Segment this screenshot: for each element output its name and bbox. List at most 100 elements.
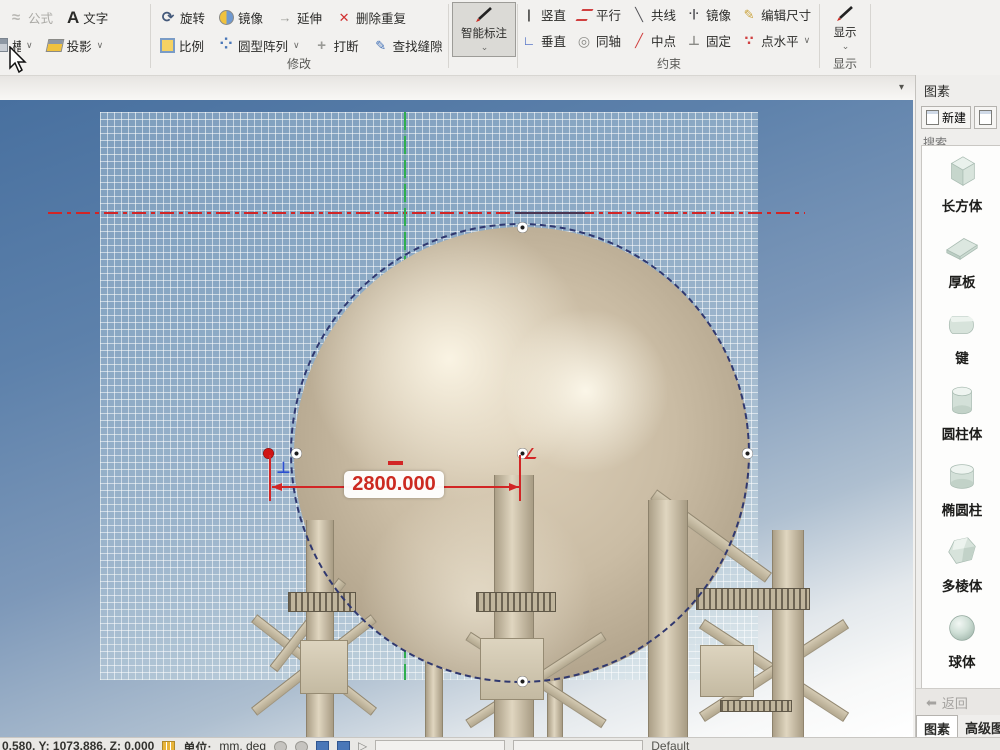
break-button[interactable]: 打断 bbox=[314, 36, 359, 55]
extend-button[interactable]: 延伸 bbox=[277, 8, 322, 27]
chevron-down-icon: ∨ bbox=[293, 40, 300, 51]
scale-icon bbox=[160, 38, 175, 53]
shape-item-key[interactable]: 键 bbox=[922, 298, 1000, 374]
flange-coupling bbox=[720, 700, 792, 712]
clipped-tool-button[interactable] bbox=[974, 106, 997, 129]
snap-dropdown[interactable] bbox=[375, 740, 505, 750]
pointer-mode-icon[interactable]: ▷ bbox=[358, 739, 367, 750]
dimension-extension-line bbox=[519, 455, 521, 501]
mouse-cursor bbox=[8, 46, 28, 74]
rotate-icon bbox=[160, 9, 176, 25]
extend-icon bbox=[277, 9, 293, 25]
shape-item-plate[interactable]: 厚板 bbox=[922, 222, 1000, 298]
drawing-canvas[interactable]: 2800.000 ⊥ bbox=[0, 100, 913, 737]
filter-dropdown[interactable] bbox=[513, 740, 643, 750]
delete-duplicates-icon bbox=[336, 9, 352, 25]
mirror-constraint-button[interactable]: 镜像 bbox=[686, 5, 731, 24]
mirror-icon bbox=[219, 10, 234, 25]
collinear-constraint-button[interactable]: 共线 bbox=[631, 5, 676, 24]
delete-duplicates-button[interactable]: 删除重复 bbox=[336, 8, 406, 27]
cylinder-icon bbox=[943, 381, 981, 419]
profile-label[interactable]: Default bbox=[651, 739, 689, 750]
app-window: 公式 A 文字 槽 ∨ 投影 ∨ bbox=[0, 0, 1000, 750]
smart-dimension-button[interactable]: 智能标注 ⌄ bbox=[452, 2, 516, 57]
polyhedron-icon bbox=[943, 533, 981, 571]
status-tool-icon[interactable] bbox=[295, 741, 308, 750]
modify-group-label: 修改 bbox=[152, 55, 446, 72]
new-button[interactable]: 新建 bbox=[921, 106, 971, 129]
point-horizontal-button[interactable]: 点水平 ∨ bbox=[741, 31, 811, 50]
mirror-button[interactable]: 镜像 bbox=[219, 8, 263, 27]
unit-label: 单位: bbox=[183, 739, 211, 750]
ribbon-separator bbox=[448, 4, 449, 68]
flange-coupling bbox=[696, 588, 810, 610]
edit-dimension-button[interactable]: 编辑尺寸 bbox=[741, 5, 811, 24]
circle-top-point[interactable] bbox=[517, 222, 528, 233]
find-gap-icon bbox=[373, 37, 389, 53]
fixed-constraint-icon bbox=[686, 33, 702, 49]
parallel-constraint-icon bbox=[575, 9, 593, 21]
perpendicular-constraint-button[interactable]: 垂直 bbox=[521, 31, 566, 50]
projection-button[interactable]: 投影 ∨ bbox=[47, 36, 104, 55]
circle-left-point[interactable] bbox=[291, 448, 302, 459]
vertical-constraint-button[interactable]: 竖直 bbox=[521, 5, 566, 24]
projection-icon bbox=[45, 39, 64, 52]
units-icon bbox=[162, 741, 175, 750]
find-gap-button[interactable]: 查找缝隙 bbox=[373, 36, 443, 55]
constraints-group-label: 约束 bbox=[521, 55, 817, 72]
status-bar: 0.580, Y: 1073.886, Z: 0.000 单位: mm, deg… bbox=[0, 737, 1000, 750]
ribbon-group-modify: 旋转 镜像 延伸 删除重复 比例 bbox=[152, 0, 446, 75]
coordinates-readout: 0.580, Y: 1073.886, Z: 0.000 bbox=[2, 739, 154, 750]
plate-icon bbox=[943, 229, 981, 267]
fixed-constraint-button[interactable]: 固定 bbox=[686, 31, 731, 50]
text-a-icon: A bbox=[67, 9, 79, 25]
support-joint bbox=[700, 645, 754, 697]
text-button[interactable]: A 文字 bbox=[67, 8, 108, 27]
chevron-down-icon: ∨ bbox=[804, 35, 811, 46]
formula-button[interactable]: 公式 bbox=[8, 8, 53, 27]
point-horizontal-icon bbox=[741, 33, 757, 49]
ellipse-cylinder-icon bbox=[943, 457, 981, 495]
scale-button[interactable]: 比例 bbox=[160, 36, 204, 55]
circular-array-button[interactable]: 圆型阵列 ∨ bbox=[218, 36, 300, 55]
midpoint-constraint-button[interactable]: 中点 bbox=[631, 31, 676, 50]
shape-item-sphere[interactable]: 球体 bbox=[922, 602, 1000, 678]
support-joint bbox=[300, 640, 348, 694]
parallel-constraint-button[interactable]: 平行 bbox=[576, 5, 621, 24]
display-icon bbox=[835, 5, 855, 23]
back-button[interactable]: ⬅ 返回 bbox=[916, 688, 1000, 715]
key-icon bbox=[943, 305, 981, 343]
sphere-icon bbox=[943, 609, 981, 647]
display-group-label: 显示 bbox=[822, 55, 868, 72]
shape-item-ellipse-cylinder[interactable]: 椭圆柱 bbox=[922, 450, 1000, 526]
reference-axis-overlap bbox=[515, 212, 585, 214]
circle-right-point[interactable] bbox=[742, 448, 753, 459]
circle-bottom-point[interactable] bbox=[517, 676, 528, 687]
circular-array-icon bbox=[218, 37, 234, 53]
formula-icon bbox=[8, 9, 24, 25]
cuboid-icon bbox=[943, 153, 981, 191]
shape-item-cuboid[interactable]: 长方体 bbox=[922, 146, 1000, 222]
perpendicular-constraint-icon bbox=[521, 33, 537, 49]
panel-collapse-chevron[interactable]: ▾ bbox=[899, 82, 904, 93]
shape-item-polyhedron[interactable]: 多棱体 bbox=[922, 526, 1000, 602]
status-tool-icon[interactable] bbox=[274, 741, 287, 750]
display-button[interactable]: 显示 ⌄ bbox=[818, 2, 872, 55]
viewport-top-strip: ▾ bbox=[0, 76, 1000, 100]
chevron-down-icon: ∨ bbox=[97, 40, 104, 51]
status-tool-icon[interactable] bbox=[337, 741, 350, 750]
shape-item-cylinder[interactable]: 圆柱体 bbox=[922, 374, 1000, 450]
panel-title: 图素 bbox=[916, 75, 1000, 104]
mirror-constraint-icon bbox=[686, 7, 702, 23]
dimension-arrow-left bbox=[272, 483, 282, 491]
back-arrow-icon: ⬅ bbox=[926, 695, 937, 711]
dimension-value-label[interactable]: 2800.000 bbox=[344, 471, 444, 498]
ribbon-toolbar: 公式 A 文字 槽 ∨ 投影 ∨ bbox=[0, 0, 1000, 76]
coaxial-constraint-button[interactable]: 同轴 bbox=[576, 31, 621, 50]
primitive-shape-list: 长方体 厚板 键 bbox=[921, 145, 1000, 692]
ribbon-separator bbox=[870, 4, 871, 68]
panel-footer: ⬅ 返回 图素 高级图素 bbox=[916, 688, 1000, 741]
rotate-button[interactable]: 旋转 bbox=[160, 8, 205, 27]
status-tool-icon[interactable] bbox=[316, 741, 329, 750]
slot-icon bbox=[0, 38, 8, 52]
